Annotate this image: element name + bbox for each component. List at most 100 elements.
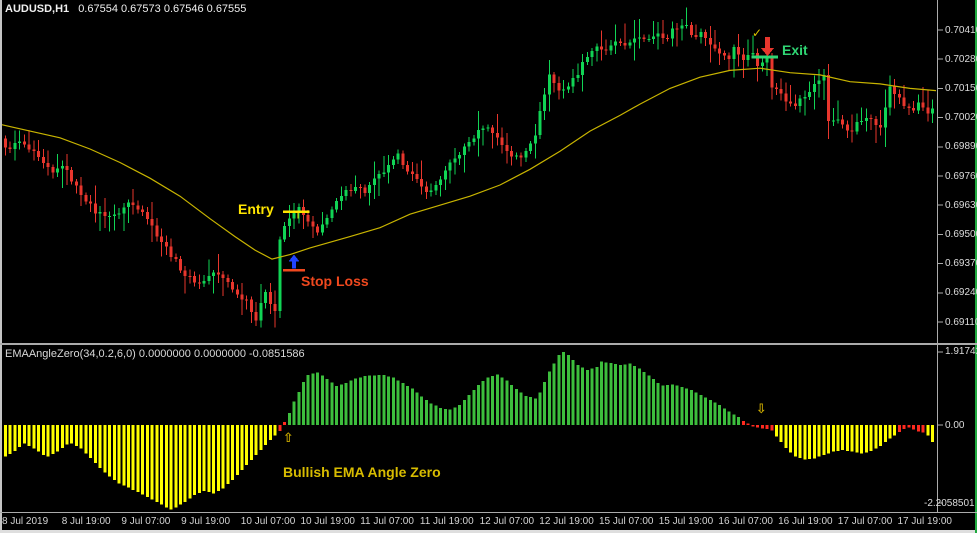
histogram-bar (860, 425, 863, 454)
histogram-bar (501, 378, 504, 425)
candle-body (581, 62, 584, 75)
candle-body (66, 166, 69, 170)
histogram-bar (742, 421, 745, 425)
time-axis-label: 9 Jul 19:00 (181, 516, 230, 527)
annotation-shapes[interactable] (283, 37, 778, 271)
entry-annotation-label[interactable]: Entry (238, 201, 274, 217)
candle-body (501, 137, 504, 145)
histogram-bar (676, 386, 679, 425)
candle-body (278, 239, 281, 311)
histogram-bar (47, 425, 50, 457)
histogram-bar (576, 365, 579, 425)
histogram-bar (245, 425, 248, 465)
candle-body (449, 163, 452, 171)
candle-body (316, 227, 319, 233)
candle-body (657, 34, 660, 37)
histogram-bar (103, 425, 106, 472)
candle-body (685, 25, 688, 26)
histogram-bar (321, 376, 324, 425)
candle-body (259, 303, 262, 321)
histogram-bar (66, 425, 69, 445)
candle-body (184, 270, 187, 276)
histogram-bar (335, 386, 338, 425)
main-chart-canvas[interactable] (0, 0, 977, 533)
candle-body (855, 122, 858, 131)
histogram-bar (165, 425, 168, 508)
histogram-bar (14, 425, 17, 451)
histogram-bar (141, 425, 144, 495)
histogram-bar (491, 376, 494, 425)
candle-body (624, 43, 627, 46)
histogram-bar (851, 425, 854, 452)
time-axis-label: 12 Jul 19:00 (539, 516, 594, 527)
candle-body (747, 55, 750, 60)
time-axis-label: 17 Jul 19:00 (898, 516, 953, 527)
candle-body (865, 118, 868, 121)
histogram-bar (482, 381, 485, 425)
histogram-bar (557, 355, 560, 425)
mt4-chart-window: AUDUSD,H10.67554 0.67573 0.67546 0.67555… (0, 0, 977, 533)
histogram-bar (179, 425, 182, 505)
histogram-bar (349, 381, 352, 425)
price-axis-label: 0.69110 (945, 317, 977, 328)
histogram-bar (70, 425, 73, 443)
candle-body (151, 219, 154, 226)
candle-body (595, 46, 598, 51)
candle-body (472, 138, 475, 142)
histogram-bar (411, 389, 414, 425)
price-axis-label: 0.70410 (945, 25, 977, 36)
histogram-bar (520, 393, 523, 426)
candle-body (851, 131, 854, 132)
histogram-bar (794, 425, 797, 456)
histogram-bar (302, 382, 305, 425)
histogram-bar (264, 425, 267, 445)
candle-body (406, 165, 409, 172)
stop-loss-annotation-label[interactable]: Stop Loss (301, 273, 369, 289)
candle-body (326, 218, 329, 224)
histogram-bar (747, 424, 750, 426)
candle-body (491, 128, 494, 134)
candle-body (37, 151, 40, 157)
candle-body (926, 108, 929, 114)
candle-body (193, 276, 196, 283)
candle-body (274, 304, 277, 311)
candle-body (56, 169, 59, 173)
candle-body (884, 108, 887, 128)
histogram-bar (600, 362, 603, 425)
candle-body (539, 111, 542, 135)
histogram-bar (458, 405, 461, 425)
candle-body (647, 39, 650, 40)
candle-body (392, 160, 395, 166)
candle-body (841, 120, 844, 125)
candle-body (340, 196, 343, 201)
candle-body (453, 159, 456, 163)
bullish-signal-label[interactable]: Bullish EMA Angle Zero (283, 464, 441, 480)
candle-body (770, 56, 773, 88)
indicator-down-arrow-icon: ⇩ (756, 403, 767, 416)
histogram-bar (539, 393, 542, 426)
candle-body (349, 190, 352, 191)
candle-body (444, 170, 447, 179)
histogram-bar (591, 369, 594, 426)
candle-body (373, 179, 376, 186)
histogram-bar (444, 409, 447, 425)
candle-body (751, 53, 754, 55)
histogram-bar (174, 425, 177, 508)
candle-body (723, 53, 726, 55)
histogram-bar (638, 369, 641, 426)
candle-body (572, 78, 575, 87)
candle-body (487, 128, 490, 129)
candle-body (241, 295, 244, 300)
candle-body (122, 207, 125, 213)
candle-body (416, 174, 419, 179)
panel-separator[interactable] (0, 343, 977, 345)
histogram-bar (624, 364, 627, 425)
candle-body (203, 281, 206, 283)
exit-annotation-label[interactable]: Exit (782, 42, 808, 58)
histogram-bar (32, 425, 35, 448)
candle-body (666, 38, 669, 39)
histogram-bar (250, 425, 253, 460)
candle-body (628, 43, 631, 46)
candle-body (458, 155, 461, 159)
candle-body (18, 142, 21, 143)
